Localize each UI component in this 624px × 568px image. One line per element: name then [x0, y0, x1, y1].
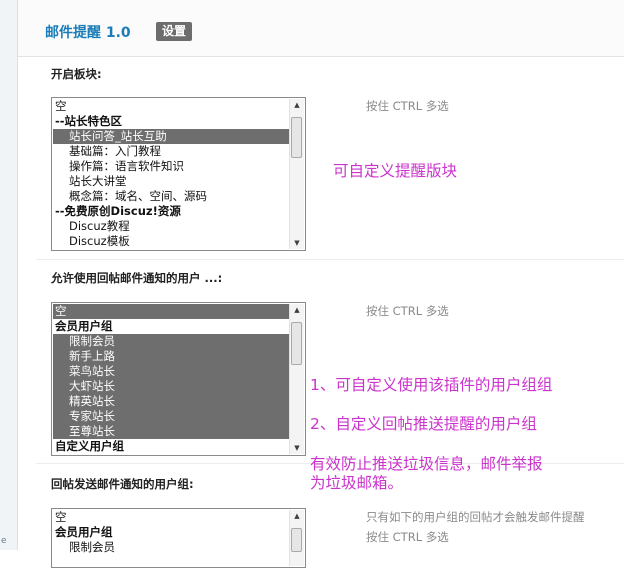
- plugin-header: 邮件提醒 1.0 设置: [18, 0, 624, 57]
- reply-trigger-groups-label: 回帖发送邮件通知的用户组:: [51, 477, 194, 491]
- reply-notify-users-label: 允许使用回帖邮件通知的用户 ...:: [51, 271, 223, 285]
- scroll-down-arrow-icon[interactable]: ▼: [290, 237, 304, 249]
- sidebar-strip: e: [0, 0, 18, 550]
- list-option[interactable]: 空: [53, 510, 289, 525]
- list-option[interactable]: 至尊站长: [53, 424, 289, 439]
- trigger-group-options: 空会员用户组 限制会员: [53, 510, 289, 555]
- user-group-options: 空会员用户组 限制会员 新手上路 菜鸟站长 大虾站长 精英站长 专家站长 至尊站长 自定义用户组: [53, 304, 289, 454]
- list-option[interactable]: Discuz模板: [53, 234, 289, 249]
- annotation-spam-line-2: 为垃圾邮箱。: [310, 474, 404, 492]
- section-divider: [36, 259, 624, 260]
- settings-button[interactable]: 设置: [156, 22, 193, 41]
- scrollbar-thumb[interactable]: [291, 322, 302, 365]
- reply-notify-users-scrollbar[interactable]: ▲ ▼: [289, 304, 304, 454]
- scroll-up-arrow-icon[interactable]: ▲: [290, 99, 304, 111]
- list-option[interactable]: 限制会员: [53, 540, 289, 555]
- annotation-forum: 可自定义提醒版块: [333, 162, 458, 180]
- list-option[interactable]: 菜鸟站长: [53, 364, 289, 379]
- reply-trigger-groups-listbox[interactable]: 空会员用户组 限制会员 ▲: [51, 508, 306, 568]
- forum-select-hint: 按住 CTRL 多选: [366, 99, 449, 113]
- list-option[interactable]: 空: [53, 99, 289, 114]
- list-option[interactable]: 会员用户组: [53, 525, 289, 540]
- sidebar-edge-mark: e: [1, 536, 7, 546]
- list-option[interactable]: 站长问答_站长互助: [53, 129, 289, 144]
- reply-trigger-groups-hint-1: 只有如下的用户组的回帖才会触发邮件提醒: [366, 510, 585, 524]
- scrollbar-thumb[interactable]: [291, 117, 302, 158]
- reply-trigger-groups-hint-2: 按住 CTRL 多选: [366, 530, 449, 544]
- reply-notify-users-hint: 按住 CTRL 多选: [366, 304, 449, 318]
- list-option[interactable]: --免费原创Discuz!资源: [53, 204, 289, 219]
- plugin-title: 邮件提醒 1.0: [45, 25, 131, 41]
- scroll-down-arrow-icon[interactable]: ▼: [290, 442, 304, 454]
- list-option[interactable]: 操作篇：语言软件知识: [53, 159, 289, 174]
- list-option[interactable]: 空: [53, 304, 289, 319]
- scroll-up-arrow-icon[interactable]: ▲: [290, 304, 304, 316]
- list-option[interactable]: Discuz教程: [53, 219, 289, 234]
- list-option[interactable]: 概念篇：域名、空间、源码: [53, 189, 289, 204]
- list-option[interactable]: 基础篇：入门教程: [53, 144, 289, 159]
- list-option[interactable]: --站长特色区: [53, 114, 289, 129]
- forum-select-scrollbar[interactable]: ▲ ▼: [289, 99, 304, 249]
- list-option[interactable]: 大虾站长: [53, 379, 289, 394]
- reply-trigger-groups-scrollbar[interactable]: ▲: [289, 510, 304, 566]
- scrollbar-thumb[interactable]: [291, 528, 302, 552]
- list-option[interactable]: 新手上路: [53, 349, 289, 364]
- list-option[interactable]: 会员用户组: [53, 319, 289, 334]
- reply-notify-users-listbox[interactable]: 空会员用户组 限制会员 新手上路 菜鸟站长 大虾站长 精英站长 专家站长 至尊站长 自定义用户组…: [51, 302, 306, 456]
- list-option[interactable]: 自定义用户组: [53, 439, 289, 454]
- list-option[interactable]: 专家站长: [53, 409, 289, 424]
- list-option[interactable]: 精英站长: [53, 394, 289, 409]
- forum-select-label: 开启板块:: [51, 67, 102, 81]
- forum-options: 空 --站长特色区 站长问答_站长互助 基础篇：入门教程 操作篇：语言软件知识 站长大讲堂…: [53, 99, 289, 249]
- scroll-up-arrow-icon[interactable]: ▲: [290, 510, 304, 522]
- annotation-user-group-2: 2、自定义回帖推送提醒的用户组: [310, 415, 537, 433]
- list-option[interactable]: 限制会员: [53, 334, 289, 349]
- forum-select-listbox[interactable]: 空 --站长特色区 站长问答_站长互助 基础篇：入门教程 操作篇：语言软件知识 站长大讲堂…: [51, 97, 306, 251]
- list-option[interactable]: 站长大讲堂: [53, 174, 289, 189]
- annotation-user-group-1: 1、可自定义使用该插件的用户组组: [310, 376, 553, 394]
